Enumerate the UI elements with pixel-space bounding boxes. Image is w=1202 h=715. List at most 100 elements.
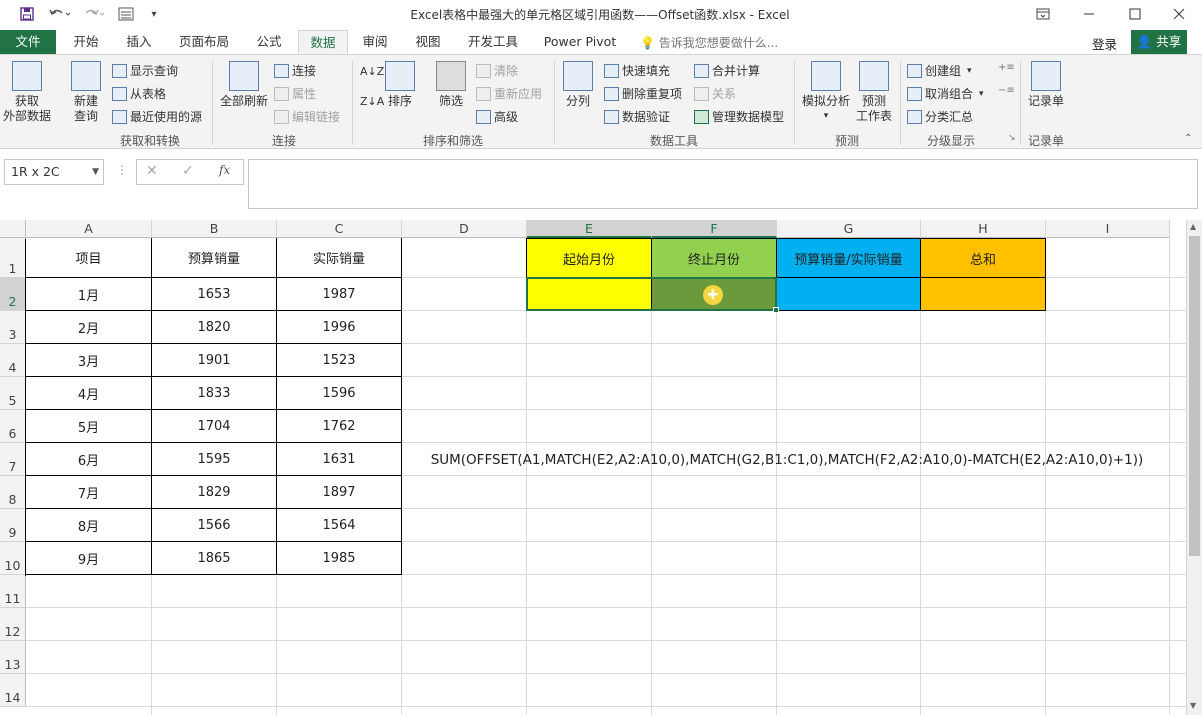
table-cell[interactable]: 1820 [152, 311, 277, 344]
table-header-cell[interactable]: 实际销量 [277, 238, 402, 278]
from-table-button[interactable]: 从表格 [112, 85, 166, 102]
data-validation-button[interactable]: 数据验证 [604, 108, 670, 125]
share-button[interactable]: 👤 共享 [1131, 30, 1187, 54]
column-header-e[interactable]: E [527, 220, 652, 238]
tab-page-layout[interactable]: 页面布局 [170, 30, 238, 54]
budget-actual-input[interactable] [777, 278, 921, 311]
column-header-f[interactable]: F [652, 220, 777, 238]
column-header-b[interactable]: B [152, 220, 277, 238]
row-header-6[interactable]: 6 [0, 410, 26, 443]
row-header-3[interactable]: 3 [0, 311, 26, 344]
sign-in-link[interactable]: 登录 [1092, 34, 1117, 53]
table-cell[interactable]: 1653 [152, 278, 277, 311]
table-cell[interactable]: 1523 [277, 344, 402, 377]
table-cell[interactable]: 1897 [277, 476, 402, 509]
end-month-header[interactable]: 终止月份 [652, 238, 777, 278]
table-header-cell[interactable]: 预算销量 [152, 238, 277, 278]
remove-duplicates-button[interactable]: 删除重复项 [604, 85, 682, 102]
subtotal-button[interactable]: 分类汇总 [907, 108, 973, 125]
filter-button[interactable]: 筛选 [434, 61, 468, 109]
table-cell[interactable]: 1596 [277, 377, 402, 410]
refresh-all-button[interactable]: 全部刷新 [216, 61, 272, 109]
show-queries-button[interactable]: 显示查询 [112, 62, 178, 79]
scroll-down-icon[interactable]: ▼ [1190, 701, 1196, 710]
tab-power-pivot[interactable]: Power Pivot [538, 30, 622, 54]
tab-file[interactable]: 文件 [0, 30, 56, 54]
total-header[interactable]: 总和 [921, 238, 1046, 278]
table-cell[interactable]: 1595 [152, 443, 277, 476]
table-cell[interactable]: 1631 [277, 443, 402, 476]
minimize-icon[interactable] [1066, 0, 1112, 28]
table-cell[interactable]: 1996 [277, 311, 402, 344]
cancel-icon[interactable]: ✕ [146, 163, 158, 179]
total-result-cell[interactable] [921, 278, 1046, 311]
table-cell[interactable]: 1833 [152, 377, 277, 410]
table-cell[interactable]: 3月 [26, 344, 152, 377]
recent-sources-button[interactable]: 最近使用的源 [112, 108, 202, 125]
row-header-12[interactable]: 12 [0, 608, 26, 641]
forecast-sheet-button[interactable]: 预测 工作表 [854, 61, 894, 124]
column-header-a[interactable]: A [26, 220, 152, 238]
row-header-8[interactable]: 8 [0, 476, 26, 509]
column-header-i[interactable]: I [1046, 220, 1170, 238]
reapply-button[interactable]: 重新应用 [476, 85, 542, 102]
manage-data-model-button[interactable]: 管理数据模型 [694, 108, 784, 125]
row-header-5[interactable]: 5 [0, 377, 26, 410]
sort-ascending-icon[interactable]: A↓Z [360, 65, 384, 78]
tab-view[interactable]: 视图 [405, 30, 451, 54]
column-header-c[interactable]: C [277, 220, 402, 238]
tab-insert[interactable]: 插入 [116, 30, 162, 54]
connections-button[interactable]: 连接 [274, 62, 316, 79]
consolidate-button[interactable]: 合并计算 [694, 62, 760, 79]
advanced-filter-button[interactable]: 高级 [476, 108, 518, 125]
what-if-analysis-button[interactable]: 模拟分析 ▾ [800, 61, 852, 124]
tab-home[interactable]: 开始 [62, 30, 110, 54]
table-cell[interactable]: 5月 [26, 410, 152, 443]
row-header-11[interactable]: 11 [0, 575, 26, 608]
scroll-up-icon[interactable]: ▲ [1190, 222, 1196, 231]
column-header-g[interactable]: G [777, 220, 921, 238]
insert-function-icon[interactable]: fx [219, 163, 230, 177]
clear-filter-button[interactable]: 清除 [476, 62, 518, 79]
properties-button[interactable]: 属性 [274, 85, 316, 102]
sort-descending-icon[interactable]: Z↓A [360, 95, 384, 108]
row-header-1[interactable]: 1 [0, 238, 26, 278]
select-all-corner[interactable] [0, 220, 26, 238]
enter-check-icon[interactable]: ✓ [182, 163, 194, 179]
close-icon[interactable] [1156, 0, 1202, 28]
table-header-cell[interactable]: 项目 [26, 238, 152, 278]
group-button[interactable]: 创建组 ▾ [907, 62, 972, 79]
table-cell[interactable]: 1829 [152, 476, 277, 509]
table-cell[interactable]: 1987 [277, 278, 402, 311]
table-cell[interactable]: 4月 [26, 377, 152, 410]
row-header-14[interactable]: 14 [0, 674, 26, 707]
table-cell[interactable]: 1564 [277, 509, 402, 542]
table-cell[interactable]: 1985 [277, 542, 402, 575]
name-box[interactable]: 1R x 2C ▼ [4, 159, 104, 185]
column-header-h[interactable]: H [921, 220, 1046, 238]
text-to-columns-button[interactable]: 分列 [560, 61, 596, 109]
tell-me-box[interactable]: 💡 告诉我您想要做什么... [640, 34, 778, 51]
table-cell[interactable]: 6月 [26, 443, 152, 476]
fill-handle[interactable] [773, 307, 779, 313]
table-cell[interactable]: 8月 [26, 509, 152, 542]
tab-data[interactable]: 数据 [298, 30, 348, 54]
table-cell[interactable]: 1月 [26, 278, 152, 311]
row-header-4[interactable]: 4 [0, 344, 26, 377]
show-detail-icon[interactable]: +≡ [998, 62, 1015, 73]
customize-qat-icon[interactable]: ▾ [146, 4, 162, 24]
row-header-13[interactable]: 13 [0, 641, 26, 674]
form-icon[interactable] [116, 4, 136, 24]
record-form-button[interactable]: 记录单 [1026, 61, 1066, 109]
scroll-thumb[interactable] [1189, 236, 1200, 556]
redo-icon[interactable] [82, 4, 110, 24]
save-icon[interactable] [16, 4, 38, 24]
collapse-ribbon-icon[interactable]: ⌃ [1184, 133, 1192, 144]
table-cell[interactable]: 2月 [26, 311, 152, 344]
row-header-9[interactable]: 9 [0, 509, 26, 542]
tab-developer[interactable]: 开发工具 [460, 30, 526, 54]
vertical-scrollbar[interactable]: ▲ ▼ [1186, 220, 1202, 715]
table-cell[interactable]: 1762 [277, 410, 402, 443]
get-external-data-button[interactable]: 获取 外部数据 [2, 61, 52, 124]
undo-icon[interactable] [46, 4, 74, 24]
